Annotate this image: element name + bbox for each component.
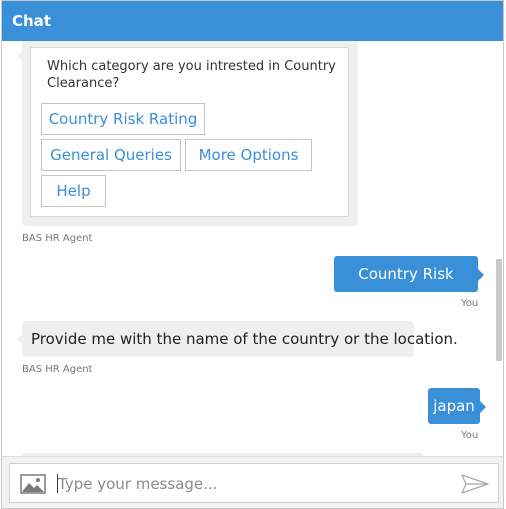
- chat-header: Chat: [2, 1, 503, 41]
- message-composer: [2, 456, 503, 508]
- bubble-tail: [480, 401, 486, 413]
- message-scrollbar[interactable]: [493, 41, 503, 456]
- image-icon[interactable]: [20, 474, 46, 494]
- options-card: Which category are you intrested in Coun…: [30, 47, 349, 217]
- message-input[interactable]: [58, 470, 428, 498]
- agent-card-message: Which category are you intrested in Coun…: [17, 41, 358, 226]
- chat-window: Chat Which category are you intrested in…: [1, 0, 504, 509]
- option-help-button[interactable]: Help: [41, 175, 106, 207]
- bubble-tail: [478, 269, 484, 281]
- user-message: Country Risk Rating: [334, 256, 484, 319]
- option-more-options-button[interactable]: More Options: [185, 139, 312, 171]
- user-message-text: Country Risk Rating: [358, 265, 454, 319]
- user-message-text: japan: [433, 397, 475, 415]
- agent-message: Provide me with the name of the country …: [17, 321, 458, 357]
- user-message: japan: [428, 388, 486, 424]
- card-prompt: Which category are you intrested in Coun…: [47, 59, 336, 91]
- message-list[interactable]: Which category are you intrested in Coun…: [2, 41, 503, 456]
- scrollbar-thumb[interactable]: [496, 259, 502, 361]
- send-icon[interactable]: [461, 474, 489, 494]
- sender-label-agent: BAS HR Agent: [22, 364, 93, 375]
- bubble-tail: [17, 334, 22, 344]
- chat-title: Chat: [12, 12, 51, 30]
- message-input-box: [9, 463, 499, 503]
- option-general-queries-button[interactable]: General Queries: [41, 139, 181, 171]
- bubble-tail: [17, 51, 22, 61]
- option-country-risk-rating-button[interactable]: Country Risk Rating: [41, 103, 205, 135]
- sender-label-you: You: [461, 430, 479, 441]
- agent-message-text: Provide me with the name of the country …: [31, 330, 458, 348]
- sender-label-you: You: [461, 298, 479, 309]
- sender-label-agent: BAS HR Agent: [22, 233, 93, 244]
